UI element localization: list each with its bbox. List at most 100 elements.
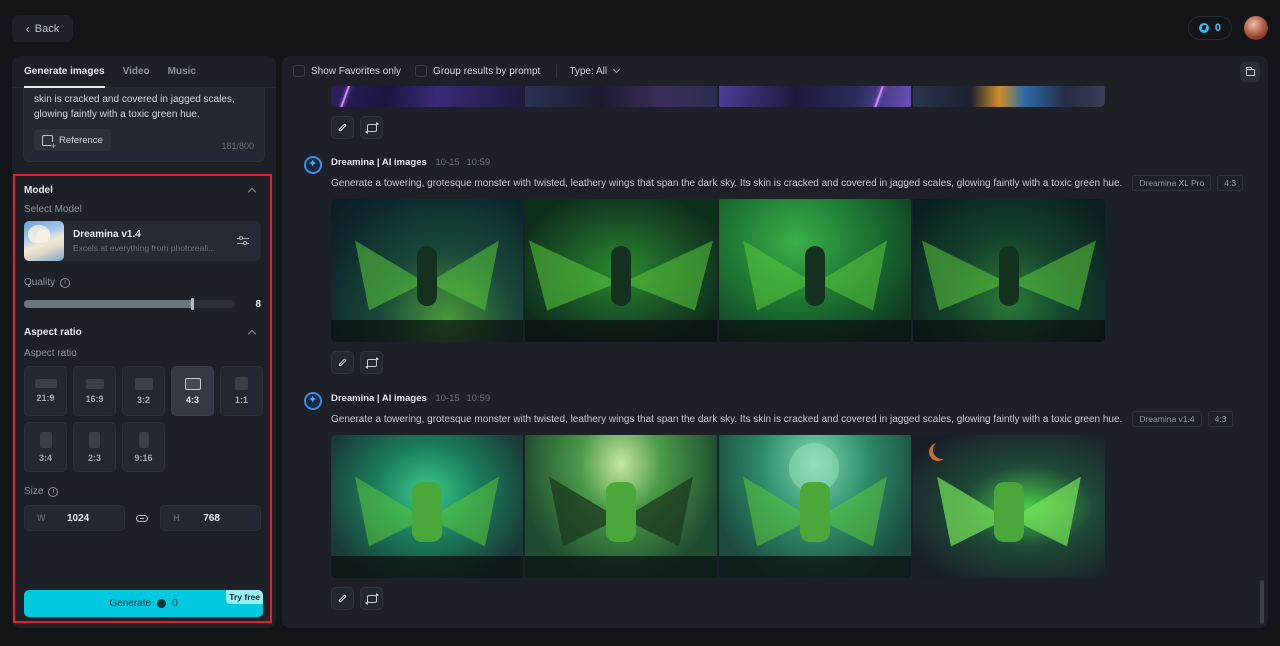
reference-button[interactable]: Reference: [34, 129, 111, 151]
quality-slider-thumb[interactable]: [190, 298, 194, 310]
tab-generate-images[interactable]: Generate images: [24, 56, 105, 88]
pencil-icon: [338, 358, 347, 367]
lightning-decor: [339, 84, 353, 107]
link-ratio-icon[interactable]: [125, 514, 160, 522]
generated-image[interactable]: [331, 199, 523, 342]
aspect-shape-icon: [138, 431, 149, 448]
tab-video[interactable]: Video: [123, 56, 150, 88]
generated-image[interactable]: [913, 199, 1105, 342]
generated-image[interactable]: [331, 84, 523, 107]
aspect-shape-icon: [34, 379, 57, 388]
quality-value: 8: [255, 298, 261, 310]
generation-date: 10-15: [435, 393, 460, 404]
moon-decor: [933, 441, 951, 459]
chevron-left-icon: ‹: [25, 21, 30, 36]
generated-image[interactable]: [913, 435, 1105, 578]
generate-button[interactable]: Generate 0 Try free: [24, 590, 263, 617]
chevron-up-icon[interactable]: [247, 187, 257, 197]
type-filter-dropdown[interactable]: Type: All: [569, 65, 621, 77]
prompt-input[interactable]: skin is cracked and covered in jagged sc…: [23, 88, 265, 162]
height-input[interactable]: H 768: [160, 505, 261, 531]
generated-image[interactable]: [719, 199, 911, 342]
aspect-ratio-option[interactable]: 2:3: [73, 422, 116, 472]
ratio-tag: 4:3: [1217, 175, 1244, 191]
aspect-ratio-label: 16:9: [85, 393, 104, 404]
credits-button[interactable]: 0: [1187, 16, 1232, 40]
generation-date: 10-15: [435, 157, 460, 168]
previous-image-row: [331, 84, 1105, 107]
aspect-ratio-option[interactable]: 9:16: [122, 422, 165, 472]
user-avatar[interactable]: [1244, 16, 1268, 40]
tab-music[interactable]: Music: [168, 56, 196, 88]
generated-image[interactable]: [525, 84, 717, 107]
favorites-filter[interactable]: Show Favorites only: [293, 65, 401, 77]
group-checkbox[interactable]: [415, 65, 428, 77]
image-actions: [331, 587, 383, 610]
aspect-shape-icon: [184, 377, 201, 390]
aspect-ratio-label: 3:2: [136, 394, 150, 405]
aspect-ratio-option[interactable]: 3:2: [122, 366, 165, 416]
generated-image[interactable]: [913, 84, 1105, 107]
results-toolbar: Show Favorites only Group results by pro…: [282, 56, 1268, 86]
results-scrollbar[interactable]: [1260, 580, 1264, 624]
folder-button[interactable]: [1240, 62, 1260, 82]
image-row: [331, 199, 1105, 342]
model-description: Excels at everything from photoreali...: [73, 243, 216, 253]
settings-highlight-box: Model Select Model Dreamina v1.4 Excels …: [13, 174, 272, 623]
generation-prompt[interactable]: Generate a towering, grotesque monster w…: [331, 414, 1122, 425]
sliders-icon[interactable]: [237, 235, 249, 246]
edit-prompt-button[interactable]: [331, 116, 354, 139]
aspect-section-header[interactable]: Aspect ratio: [24, 322, 261, 342]
generated-image[interactable]: [331, 435, 523, 578]
chevron-down-icon: [613, 65, 621, 74]
regenerate-button[interactable]: [360, 116, 383, 139]
regenerate-button[interactable]: [360, 351, 383, 374]
credit-coin-icon: [1198, 23, 1209, 33]
group-label: Group results by prompt: [433, 65, 541, 77]
aspect-section-title: Aspect ratio: [24, 326, 82, 338]
back-label: Back: [34, 22, 60, 35]
select-model-label: Select Model: [24, 204, 82, 215]
aspect-ratio-option[interactable]: 1:1: [220, 366, 263, 416]
repeat-icon: [364, 592, 379, 605]
generated-image[interactable]: [719, 435, 911, 578]
ratio-tag: 4:3: [1207, 411, 1234, 427]
generated-image[interactable]: [525, 435, 717, 578]
generation-source: Dreamina | AI images: [331, 157, 427, 168]
prompt-text[interactable]: skin is cracked and covered in jagged sc…: [34, 92, 254, 122]
aspect-ratio-option[interactable]: 3:4: [24, 422, 67, 472]
model-selector[interactable]: Dreamina v1.4 Excels at everything from …: [24, 221, 261, 261]
image-actions: [331, 351, 383, 374]
generation-time: 10:59: [466, 157, 491, 168]
edit-prompt-button[interactable]: [331, 587, 354, 610]
credits-count: 0: [1214, 22, 1221, 34]
aspect-ratio-option[interactable]: 4:3: [171, 366, 214, 416]
edit-prompt-button[interactable]: [331, 351, 354, 374]
info-icon[interactable]: i: [60, 277, 71, 288]
generation-prompt[interactable]: Generate a towering, grotesque monster w…: [331, 178, 1122, 189]
model-section-header[interactable]: Model: [24, 180, 261, 200]
chevron-up-icon[interactable]: [247, 329, 257, 339]
info-icon[interactable]: i: [48, 486, 59, 497]
char-count: 181/800: [221, 141, 254, 151]
folder-icon: [1245, 66, 1255, 76]
repeat-icon: [364, 356, 379, 369]
generate-cost: 0: [172, 598, 178, 609]
quality-label: Quality: [24, 277, 56, 288]
group-by-prompt-filter[interactable]: Group results by prompt: [415, 65, 540, 77]
aspect-ratio-label: 21:9: [36, 393, 55, 403]
aspect-ratio-option[interactable]: 21:9: [24, 366, 67, 416]
generated-image[interactable]: [525, 199, 717, 342]
top-right-controls: 0: [1187, 16, 1268, 40]
width-input[interactable]: W 1024: [24, 505, 125, 531]
aspect-ratio-label: 9:16: [134, 452, 153, 463]
generated-image[interactable]: [719, 84, 911, 107]
aspect-ratio-grid: 21:9 16:9 3:2 4:3 1:1 3:4 2:3 9:16: [24, 366, 263, 472]
aspect-ratio-option[interactable]: 16:9: [73, 366, 116, 416]
back-button[interactable]: ‹ Back: [12, 15, 73, 42]
quality-slider[interactable]: [24, 298, 235, 310]
regenerate-button[interactable]: [360, 587, 383, 610]
generation-settings-panel: Generate images Video Music skin is crac…: [12, 56, 276, 628]
favorites-checkbox[interactable]: [293, 65, 305, 77]
width-prefix: W: [37, 513, 46, 523]
